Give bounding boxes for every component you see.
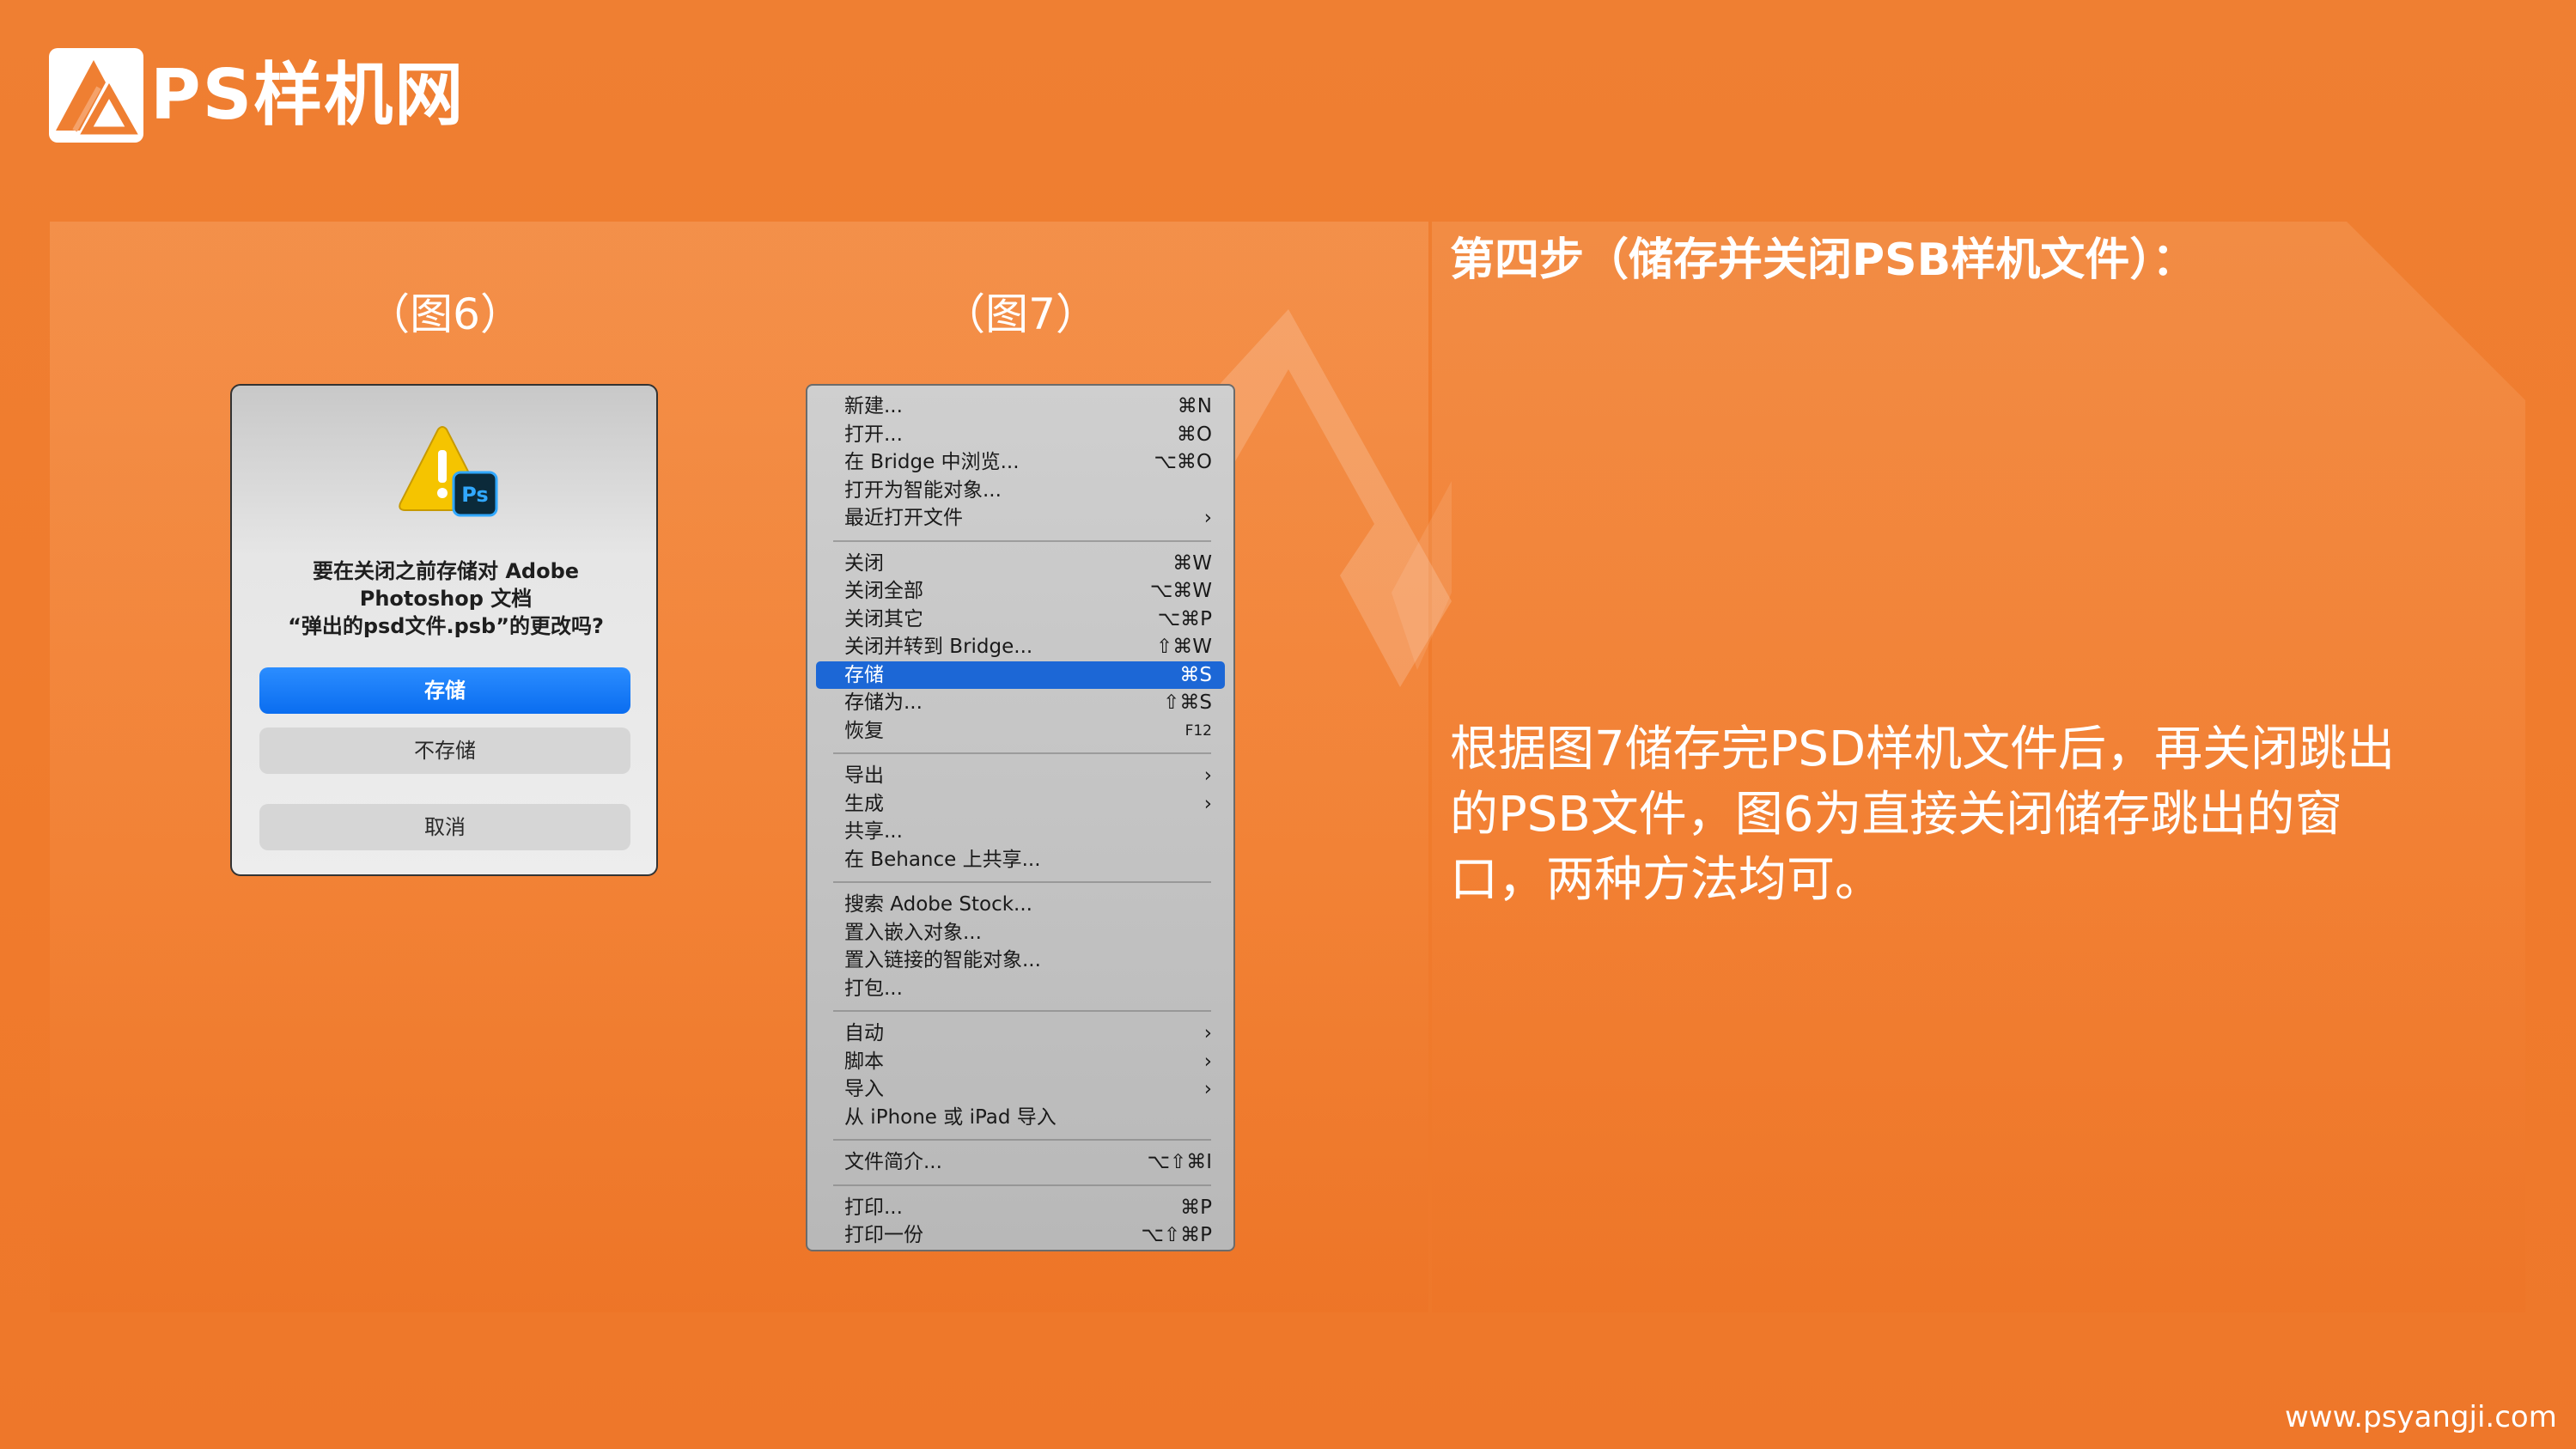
- dialog-message-line: Photoshop 文档: [359, 587, 533, 611]
- brand-name: PS样机网: [150, 55, 466, 135]
- step-description: 根据图7储存完PSD样机文件后，再关闭跳出的PSB文件，图6为直接关闭储存跳出的…: [1450, 721, 2396, 908]
- menu-item[interactable]: 打开为智能对象...: [816, 477, 1225, 504]
- menu-separator: [833, 881, 1211, 883]
- menu-item[interactable]: 置入嵌入对象...: [816, 919, 1225, 947]
- menu-item[interactable]: 打印... ⌘P: [816, 1194, 1225, 1221]
- brand-logo: PS样机网: [49, 47, 465, 143]
- submenu-chevron-icon: ›: [1203, 507, 1212, 529]
- save-changes-dialog: Ps 要在关闭之前存储对 Adobe Photoshop 文档 “弹出的psd文…: [230, 384, 658, 876]
- menu-item-label: 打印...: [844, 1196, 903, 1219]
- menu-item[interactable]: 在 Behance 上共享...: [816, 846, 1225, 874]
- logo-mark-icon: [49, 48, 143, 143]
- menu-item-label: 从 iPhone 或 iPad 导入: [844, 1105, 1057, 1129]
- cancel-button[interactable]: 取消: [259, 804, 630, 850]
- menu-item-label: 关闭并转到 Bridge...: [844, 636, 1033, 658]
- menu-separator: [833, 539, 1211, 542]
- menu-item[interactable]: 关闭其它 ⌥⌘P: [816, 606, 1225, 633]
- menu-item[interactable]: 自动 ›: [816, 1020, 1225, 1047]
- menu-item-label: 置入链接的智能对象...: [844, 949, 1041, 971]
- menu-item-shortcut: ⇧⌘S: [1163, 691, 1212, 714]
- menu-item[interactable]: 存储 ⌘S: [816, 661, 1225, 689]
- menu-item[interactable]: 导入 ›: [816, 1075, 1225, 1103]
- menu-item-label: 导入: [844, 1078, 884, 1100]
- menu-item-shortcut: ⌘S: [1179, 663, 1212, 686]
- menu-item-label: 关闭: [844, 551, 884, 575]
- file-menu: 新建... ⌘N 打开... ⌘O 在 Bridge 中浏览... ⌥⌘O 打开为智能对象.…: [806, 384, 1235, 1251]
- menu-item-label: 在 Behance 上共享...: [844, 848, 1041, 871]
- menu-item-label: 生成: [844, 792, 884, 815]
- menu-item-shortcut: ⌘O: [1176, 423, 1212, 446]
- menu-item-label: 最近打开文件: [844, 507, 963, 529]
- menu-item[interactable]: 关闭全部 ⌥⌘W: [816, 577, 1225, 605]
- menu-separator: [833, 1139, 1211, 1141]
- menu-item[interactable]: 搜索 Adobe Stock...: [816, 891, 1225, 918]
- menu-item[interactable]: 打开... ⌘O: [816, 421, 1225, 448]
- menu-item[interactable]: 打包...: [816, 975, 1225, 1002]
- menu-item-label: 文件简介...: [844, 1151, 942, 1173]
- menu-item-shortcut: ⌥⇧⌘P: [1141, 1224, 1212, 1246]
- menu-item-label: 搜索 Adobe Stock...: [844, 893, 1032, 916]
- menu-item-shortcut: ⌥⌘W: [1149, 580, 1212, 602]
- submenu-chevron-icon: ›: [1203, 1022, 1212, 1044]
- menu-item[interactable]: 关闭并转到 Bridge... ⇧⌘W: [816, 633, 1225, 661]
- menu-item-label: 打开...: [844, 423, 903, 446]
- menu-item-label: 打印一份: [844, 1224, 923, 1246]
- menu-item-label: 新建...: [844, 395, 903, 417]
- menu-item-shortcut: ⌥⇧⌘I: [1147, 1151, 1212, 1173]
- svg-text:Ps: Ps: [461, 483, 488, 507]
- menu-item[interactable]: 关闭 ⌘W: [816, 550, 1225, 577]
- menu-item-label: 自动: [844, 1022, 884, 1044]
- warning-photoshop-icon: Ps: [399, 426, 498, 517]
- menu-item-shortcut: ⇧⌘W: [1155, 636, 1212, 658]
- footer-url: www.psyangji.com: [2285, 1400, 2557, 1434]
- menu-separator: [833, 1010, 1211, 1012]
- menu-item[interactable]: 生成 ›: [816, 790, 1225, 818]
- menu-item-shortcut: ⌘N: [1177, 395, 1212, 417]
- menu-item-label: 置入嵌入对象...: [844, 921, 982, 944]
- menu-item-shortcut: ⌘P: [1180, 1196, 1212, 1219]
- menu-item[interactable]: 打印一份 ⌥⇧⌘P: [816, 1221, 1225, 1249]
- menu-item-label: 脚本: [844, 1050, 884, 1073]
- menu-separator: [833, 1184, 1211, 1186]
- submenu-chevron-icon: ›: [1203, 1078, 1212, 1100]
- menu-item-shortcut: ⌥⌘P: [1157, 607, 1212, 630]
- menu-item-label: 打包...: [844, 977, 903, 1000]
- submenu-chevron-icon: ›: [1203, 1050, 1212, 1073]
- figure-7-label: （图7）: [942, 289, 1099, 339]
- menu-item-label: 在 Bridge 中浏览...: [844, 451, 1020, 473]
- save-button[interactable]: 存储: [259, 667, 630, 714]
- menu-item-label: 共享...: [844, 820, 903, 843]
- menu-item-shortcut: ⌥⌘O: [1154, 451, 1212, 473]
- figure-6-label: （图6）: [367, 289, 523, 339]
- menu-item[interactable]: 导出 ›: [816, 762, 1225, 789]
- menu-item-label: 存储为...: [844, 691, 923, 714]
- dialog-message-line: 要在关闭之前存储对 Adobe: [312, 559, 580, 583]
- menu-item[interactable]: 共享...: [816, 818, 1225, 845]
- menu-item[interactable]: 文件简介... ⌥⇧⌘I: [816, 1148, 1225, 1176]
- menu-item[interactable]: 新建... ⌘N: [816, 393, 1225, 420]
- menu-item-label: 关闭其它: [844, 607, 923, 630]
- menu-item[interactable]: 脚本 ›: [816, 1048, 1225, 1075]
- dialog-message-line: “弹出的psd文件.psb”的更改吗?: [288, 614, 604, 638]
- menu-item[interactable]: 最近打开文件 ›: [816, 504, 1225, 532]
- menu-item[interactable]: 从 iPhone 或 iPad 导入: [816, 1104, 1225, 1131]
- menu-item[interactable]: 在 Bridge 中浏览... ⌥⌘O: [816, 448, 1225, 476]
- menu-item-shortcut: ⌘W: [1172, 551, 1212, 575]
- menu-item-label: 恢复: [844, 719, 884, 742]
- dont-save-button[interactable]: 不存储: [259, 728, 630, 774]
- menu-separator: [833, 752, 1211, 754]
- menu-item-label: 打开为智能对象...: [844, 478, 1002, 502]
- menu-item-label: 存储: [844, 663, 884, 686]
- submenu-chevron-icon: ›: [1203, 764, 1212, 787]
- menu-item-label: 导出: [844, 764, 884, 787]
- menu-item[interactable]: 恢复 F12: [816, 717, 1225, 745]
- menu-item[interactable]: 置入链接的智能对象...: [816, 947, 1225, 974]
- submenu-chevron-icon: ›: [1203, 792, 1212, 815]
- menu-item-label: 关闭全部: [844, 580, 923, 602]
- menu-item-shortcut: F12: [1184, 721, 1212, 740]
- step-title: 第四步（储存并关闭PSB样机文件）：: [1450, 234, 2197, 286]
- menu-item[interactable]: 存储为... ⇧⌘S: [816, 689, 1225, 716]
- dialog-message: 要在关闭之前存储对 Adobe Photoshop 文档 “弹出的psd文件.p…: [241, 557, 651, 640]
